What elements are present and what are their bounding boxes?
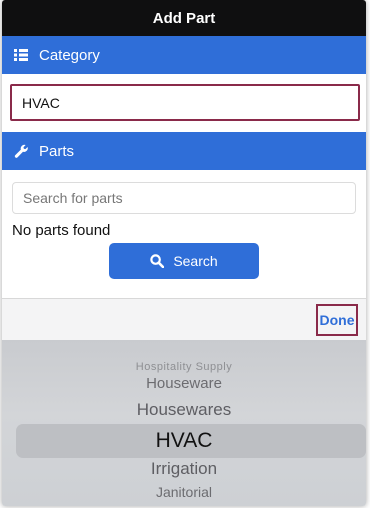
search-button-label: Search xyxy=(173,253,218,269)
picker-option[interactable]: Irrigation xyxy=(2,459,366,479)
dialog-title: Add Part xyxy=(2,0,366,36)
category-section-header: Category xyxy=(2,36,366,74)
picker-option-selected[interactable]: HVAC xyxy=(2,429,366,453)
empty-results-message: No parts found xyxy=(12,222,111,239)
parts-section-header: Parts xyxy=(2,132,366,170)
grid-list-icon xyxy=(14,47,30,63)
add-part-dialog: Add Part Category HVAC Parts Search for … xyxy=(2,0,366,506)
category-value: HVAC xyxy=(22,94,60,111)
parts-search-placeholder: Search for parts xyxy=(23,190,123,206)
category-picker-wheel[interactable]: Hospitality Supply Houseware Housewares … xyxy=(2,340,366,506)
search-button[interactable]: Search xyxy=(109,243,259,279)
wrench-icon xyxy=(14,143,30,159)
picker-option[interactable]: Housewares xyxy=(2,400,366,420)
picker-option[interactable]: Houseware xyxy=(2,375,366,392)
search-icon xyxy=(150,254,165,269)
category-field[interactable]: HVAC xyxy=(10,84,360,121)
parts-search-input[interactable]: Search for parts xyxy=(12,182,356,214)
picker-toolbar: Done xyxy=(2,298,366,341)
done-button[interactable]: Done xyxy=(316,304,358,336)
parts-section-label: Parts xyxy=(39,142,75,160)
picker-option[interactable]: Hospitality Supply xyxy=(2,361,366,373)
picker-option[interactable]: Janitorial xyxy=(2,484,366,500)
category-section-label: Category xyxy=(39,46,100,64)
